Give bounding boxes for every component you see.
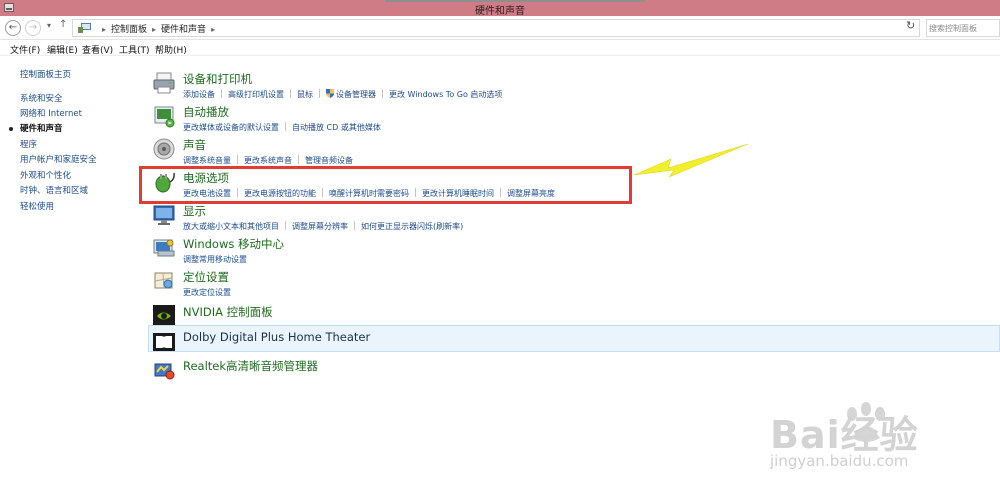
sidebar-item-ease-of-access[interactable]: 轻松使用 [20, 200, 54, 212]
link-adjust-volume[interactable]: 调整系统音量 [183, 156, 231, 165]
printer-icon[interactable] [152, 71, 176, 95]
link-windows-to-go[interactable]: 更改 Windows To Go 启动选项 [389, 90, 502, 99]
category-links: 更改定位设置 [183, 287, 231, 298]
sidebar-item-network-internet[interactable]: 网络和 Internet [20, 107, 82, 119]
menu-help[interactable]: 帮助(H) [155, 43, 187, 56]
breadcrumb: ▸ 控制面板 ▸ 硬件和声音 ▸ [97, 22, 220, 35]
category-links: 放大或缩小文本和其他项目 调整屏幕分辨率 如何更正显示器闪烁(刷新率) [183, 221, 463, 232]
link-separator [290, 89, 291, 98]
realtek-icon[interactable] [152, 358, 176, 382]
control-panel-home-link[interactable]: 控制面板主页 [20, 68, 71, 80]
recent-pages-chevron-icon[interactable]: ▾ [47, 21, 51, 30]
link-separator [221, 89, 222, 98]
link-separator [319, 89, 320, 98]
breadcrumb-item-hardware-sound[interactable]: 硬件和声音 [161, 25, 206, 35]
breadcrumb-item-control-panel[interactable]: 控制面板 [111, 25, 147, 35]
breadcrumb-separator-icon[interactable]: ▸ [152, 25, 156, 34]
category-title-mobility-center[interactable]: Windows 移动中心 [183, 236, 284, 252]
sidebar-item-system-security[interactable]: 系统和安全 [20, 92, 63, 104]
link-device-manager[interactable]: 设备管理器 [336, 90, 376, 99]
dolby-icon[interactable] [152, 330, 176, 354]
title-bar: 硬件和声音 [0, 0, 1000, 17]
menu-tools[interactable]: 工具(T) [119, 43, 150, 56]
menu-edit[interactable]: 编辑(E) [47, 43, 78, 56]
current-item-bullet-icon [9, 127, 13, 131]
link-autoplay-cd[interactable]: 自动播放 CD 或其他媒体 [292, 123, 381, 132]
watermark-brand: Bai经验 [770, 413, 919, 457]
category-links: 调整常用移动设置 [183, 254, 247, 265]
watermark-url: jingyan.baidu.com [770, 452, 909, 470]
link-fix-flicker[interactable]: 如何更正显示器闪烁(刷新率) [361, 222, 463, 231]
up-arrow-icon[interactable]: ↑ [59, 19, 67, 30]
link-separator [285, 122, 286, 131]
link-zoom-text[interactable]: 放大或缩小文本和其他项目 [183, 222, 279, 231]
window-title: 硬件和声音 [475, 6, 525, 17]
sidebar-item-programs[interactable]: 程序 [20, 138, 37, 150]
search-input[interactable] [929, 21, 999, 36]
category-title-location-settings[interactable]: 定位设置 [183, 269, 229, 285]
menu-bar: 文件(F) 编辑(E) 查看(V) 工具(T) 帮助(H) [0, 41, 1000, 56]
baidu-watermark: Bai经验 jingyan.baidu.com [760, 402, 990, 484]
left-navigation: 控制面板主页 系统和安全 网络和 Internet 硬件和声音 程序 用户帐户和… [0, 56, 140, 492]
highlight-box [139, 166, 632, 204]
category-links: 调整系统音量 更改系统声音 管理音频设备 [183, 155, 353, 166]
link-mouse[interactable]: 鼠标 [297, 90, 313, 99]
link-add-device[interactable]: 添加设备 [183, 90, 215, 99]
link-change-system-sounds[interactable]: 更改系统声音 [244, 156, 292, 165]
search-box[interactable] [926, 19, 1000, 37]
address-row: ← → ▾ ↑ ▸控制面板▸硬件和声音▸ ▾ ↻ [0, 16, 1000, 40]
link-separator [285, 221, 286, 230]
link-advanced-printer-settings[interactable]: 高级打印机设置 [228, 90, 284, 99]
mobility-center-icon[interactable] [152, 236, 176, 260]
link-change-media-defaults[interactable]: 更改媒体或设备的默认设置 [183, 123, 279, 132]
display-icon[interactable] [152, 203, 176, 227]
menu-file[interactable]: 文件(F) [10, 43, 40, 56]
link-change-location-settings[interactable]: 更改定位设置 [183, 288, 231, 297]
sidebar-item-clock-language-region[interactable]: 时钟、语言和区域 [20, 184, 88, 196]
link-manage-audio-devices[interactable]: 管理音频设备 [305, 156, 353, 165]
sidebar-item-hardware-sound[interactable]: 硬件和声音 [20, 122, 63, 134]
autoplay-icon[interactable] [152, 104, 176, 128]
sidebar-item-appearance[interactable]: 外观和个性化 [20, 169, 71, 181]
category-title-sound[interactable]: 声音 [183, 137, 206, 153]
link-separator [237, 155, 238, 164]
category-title-display[interactable]: 显示 [183, 203, 206, 219]
link-adjust-resolution[interactable]: 调整屏幕分辨率 [292, 222, 348, 231]
category-title-autoplay[interactable]: 自动播放 [183, 104, 229, 120]
menu-view[interactable]: 查看(V) [82, 43, 113, 56]
category-title-devices-printers[interactable]: 设备和打印机 [183, 71, 252, 87]
category-title-dolby[interactable]: Dolby Digital Plus Home Theater [183, 330, 370, 344]
category-links: 更改媒体或设备的默认设置 自动播放 CD 或其他媒体 [183, 122, 381, 133]
link-separator [298, 155, 299, 164]
category-title-realtek[interactable]: Realtek高清晰音频管理器 [183, 358, 318, 374]
uac-shield-icon [326, 89, 334, 98]
breadcrumb-separator-icon[interactable]: ▸ [211, 25, 215, 34]
category-title-nvidia[interactable]: NVIDIA 控制面板 [183, 304, 273, 320]
category-links: 添加设备 高级打印机设置 鼠标 设备管理器 更改 Windows To Go 启动选项 [183, 89, 502, 100]
link-adjust-mobility-settings[interactable]: 调整常用移动设置 [183, 255, 247, 264]
forward-button[interactable]: → [25, 20, 41, 36]
control-panel-crumb-icon [78, 23, 92, 33]
speaker-icon[interactable] [152, 137, 176, 161]
breadcrumb-separator-icon[interactable]: ▸ [102, 25, 106, 34]
back-button[interactable]: ← [5, 20, 21, 36]
sidebar-item-user-accounts[interactable]: 用户帐户和家庭安全 [20, 153, 97, 165]
address-bar[interactable]: ▸控制面板▸硬件和声音▸ ▾ [72, 19, 968, 37]
link-separator [382, 89, 383, 98]
link-separator [354, 221, 355, 230]
location-icon[interactable] [152, 269, 176, 293]
refresh-icon[interactable]: ↻ [906, 19, 915, 32]
